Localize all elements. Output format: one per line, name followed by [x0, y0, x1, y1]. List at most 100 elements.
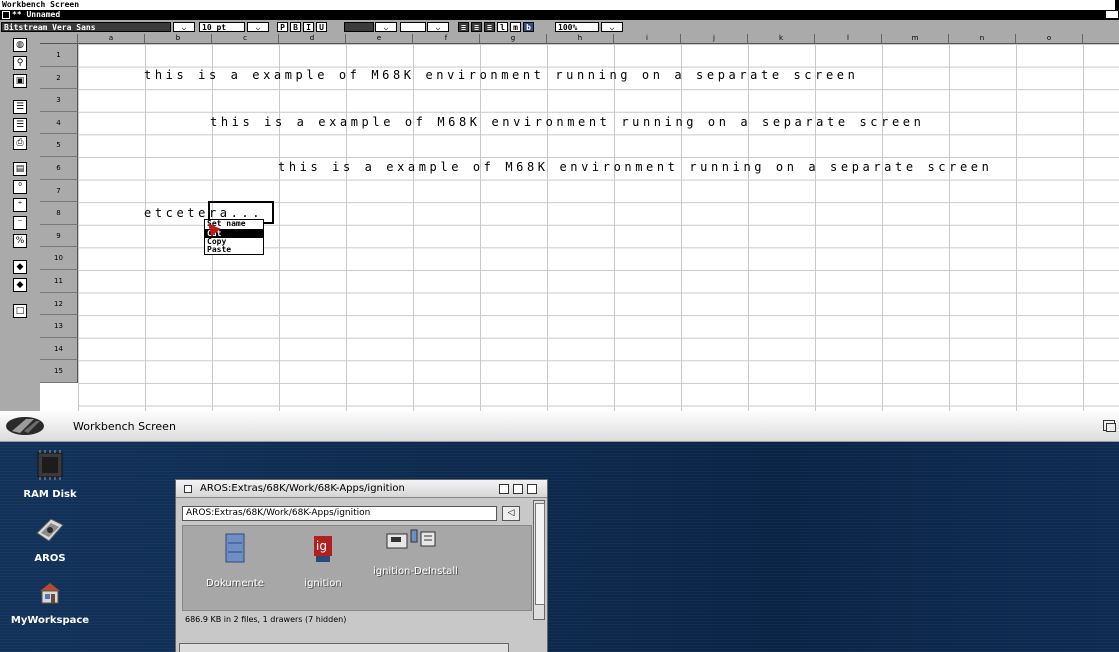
- tool-magnifier-icon[interactable]: ⚲: [13, 56, 27, 70]
- column-header-m[interactable]: m: [882, 34, 949, 43]
- cell-c3[interactable]: this is a example of M68K environment ru…: [210, 115, 924, 129]
- font-name-field[interactable]: Bitstream Vera Sans: [1, 22, 171, 32]
- path-field[interactable]: AROS:Extras/68K/Work/68K-Apps/ignition: [182, 506, 497, 521]
- tool-cell-icon[interactable]: ▣: [13, 74, 27, 88]
- text-color-dropdown-button[interactable]: ⌵: [375, 22, 397, 32]
- column-header-c[interactable]: c: [212, 34, 279, 43]
- parent-arrow-icon[interactable]: ◁: [502, 506, 520, 521]
- row-header-9[interactable]: 9: [40, 224, 78, 248]
- tool-frame-icon[interactable]: ▤: [13, 162, 27, 176]
- tool-percent-icon[interactable]: %: [13, 234, 27, 248]
- close-icon[interactable]: [184, 485, 192, 493]
- scroll-knob[interactable]: [535, 503, 545, 605]
- tool-print-icon[interactable]: ⎙: [13, 136, 27, 150]
- valign-bottom-button[interactable]: b: [523, 22, 534, 32]
- zoom-icon[interactable]: [513, 484, 523, 494]
- style-plain-button[interactable]: P: [277, 22, 288, 32]
- drawer-title: AROS:Extras/68K/Work/68K-Apps/ignition: [200, 483, 405, 494]
- row-header-14[interactable]: 14: [40, 337, 78, 361]
- column-header-o[interactable]: o: [1016, 34, 1083, 43]
- row-header-4[interactable]: 4: [40, 111, 78, 135]
- row-header-12[interactable]: 12: [40, 292, 78, 316]
- align-center-icon[interactable]: ≡: [471, 22, 482, 32]
- desktop-icon-myworkspace[interactable]: MyWorkspace: [10, 579, 90, 626]
- font-size-dropdown-button[interactable]: ⌵: [247, 22, 269, 32]
- column-header-h[interactable]: h: [547, 34, 614, 43]
- align-right-icon[interactable]: ≡: [484, 22, 495, 32]
- iconify-icon[interactable]: [499, 484, 509, 494]
- row-header-3[interactable]: 3: [40, 89, 78, 112]
- row-header-15[interactable]: 15: [40, 360, 78, 383]
- row-header-7[interactable]: 7: [40, 179, 78, 203]
- style-italic-button[interactable]: I: [303, 22, 314, 32]
- font-size-field[interactable]: 10 pt: [199, 22, 245, 32]
- spreadsheet-grid[interactable]: abcdefghijklmno this is a example of M68…: [40, 34, 1119, 411]
- cell-d5[interactable]: this is a example of M68K environment ru…: [278, 160, 992, 174]
- horizontal-scrollbar[interactable]: [179, 643, 509, 652]
- file-icon-ignition-deinstall[interactable]: ignition-DeInstall: [373, 526, 458, 577]
- deinstall-icon: [386, 529, 436, 549]
- desktop-icon-aros[interactable]: AROS: [10, 515, 90, 564]
- tool-layers-icon[interactable]: ☰: [13, 118, 27, 132]
- drawer-title-bar[interactable]: AROS:Extras/68K/Work/68K-Apps/ignition: [176, 480, 547, 498]
- close-icon[interactable]: [2, 11, 10, 19]
- style-bold-button[interactable]: B: [290, 22, 301, 32]
- zoom-dropdown-button[interactable]: ⌵: [601, 22, 623, 32]
- column-header-n[interactable]: n: [949, 34, 1016, 43]
- svg-text:ig: ig: [316, 539, 327, 553]
- workbench-title-bar[interactable]: Workbench Screen: [0, 411, 1119, 442]
- fill-color-dropdown-button[interactable]: ⌵: [427, 22, 449, 32]
- vertical-scrollbar[interactable]: [533, 500, 545, 620]
- depth-icon[interactable]: [527, 484, 537, 494]
- tool-decimal-add-icon[interactable]: ⁺: [13, 198, 27, 212]
- menu-item-paste[interactable]: Paste: [205, 246, 263, 254]
- font-dropdown-button[interactable]: ⌵: [173, 22, 195, 32]
- tool-decimal-icon[interactable]: ⁰: [13, 180, 27, 194]
- aros-logo-icon[interactable]: [4, 415, 46, 437]
- tool-globe-icon[interactable]: ◍: [13, 38, 27, 52]
- column-header-f[interactable]: f: [413, 34, 480, 43]
- column-header-a[interactable]: a: [78, 34, 145, 43]
- column-header-l[interactable]: l: [815, 34, 882, 43]
- zoom-field[interactable]: 100%: [555, 22, 599, 32]
- column-header-g[interactable]: g: [480, 34, 547, 43]
- file-icon-dokumente[interactable]: Dokumente: [195, 532, 275, 589]
- cell-b1[interactable]: this is a example of M68K environment ru…: [144, 68, 858, 82]
- column-header-b[interactable]: b: [145, 34, 212, 43]
- ignition-app-icon: ig: [314, 536, 332, 562]
- fill-color-swatch[interactable]: [400, 22, 426, 32]
- row-header-2[interactable]: 2: [40, 66, 78, 90]
- screen-depth-gadget[interactable]: [1115, 0, 1119, 10]
- file-icon-label: ignition: [304, 578, 342, 589]
- corner-cell[interactable]: [40, 34, 78, 43]
- zoom-gadget-icon[interactable]: [1106, 11, 1118, 18]
- row-header-13[interactable]: 13: [40, 315, 78, 338]
- valign-middle-button[interactable]: m: [510, 22, 521, 32]
- column-header-i[interactable]: i: [614, 34, 681, 43]
- row-header-8[interactable]: 8: [40, 202, 78, 225]
- row-header-11[interactable]: 11: [40, 270, 78, 293]
- drawer-icon-area[interactable]: Dokumente ig ignition ignition-DeInstall: [182, 525, 532, 611]
- file-icon-ignition[interactable]: ig ignition: [283, 532, 363, 589]
- align-left-icon[interactable]: ≡: [458, 22, 469, 32]
- tool-object-icon[interactable]: ◆: [13, 278, 27, 292]
- tool-stack-icon[interactable]: ☰: [13, 100, 27, 114]
- tool-decimal-remove-icon[interactable]: ⁻: [13, 216, 27, 230]
- column-header-k[interactable]: k: [748, 34, 815, 43]
- screen-depth-icon[interactable]: [1103, 420, 1116, 432]
- window-title-bar[interactable]: ** Unnamed: [0, 10, 1119, 20]
- style-underline-button[interactable]: U: [316, 22, 327, 32]
- column-header-e[interactable]: e: [346, 34, 413, 43]
- column-header-j[interactable]: j: [681, 34, 748, 43]
- row-header-1[interactable]: 1: [40, 44, 78, 67]
- tool-chart-icon[interactable]: ◆: [13, 260, 27, 274]
- tool-rectangle-icon[interactable]: □: [13, 304, 27, 318]
- text-color-swatch[interactable]: [344, 22, 374, 32]
- column-header-d[interactable]: d: [279, 34, 346, 43]
- disk-drive-icon: [36, 518, 64, 542]
- row-header-6[interactable]: 6: [40, 157, 78, 180]
- valign-top-button[interactable]: l: [497, 22, 508, 32]
- row-header-10[interactable]: 10: [40, 247, 78, 270]
- desktop-icon-ram-disk[interactable]: RAM Disk: [10, 449, 90, 500]
- row-header-5[interactable]: 5: [40, 134, 78, 157]
